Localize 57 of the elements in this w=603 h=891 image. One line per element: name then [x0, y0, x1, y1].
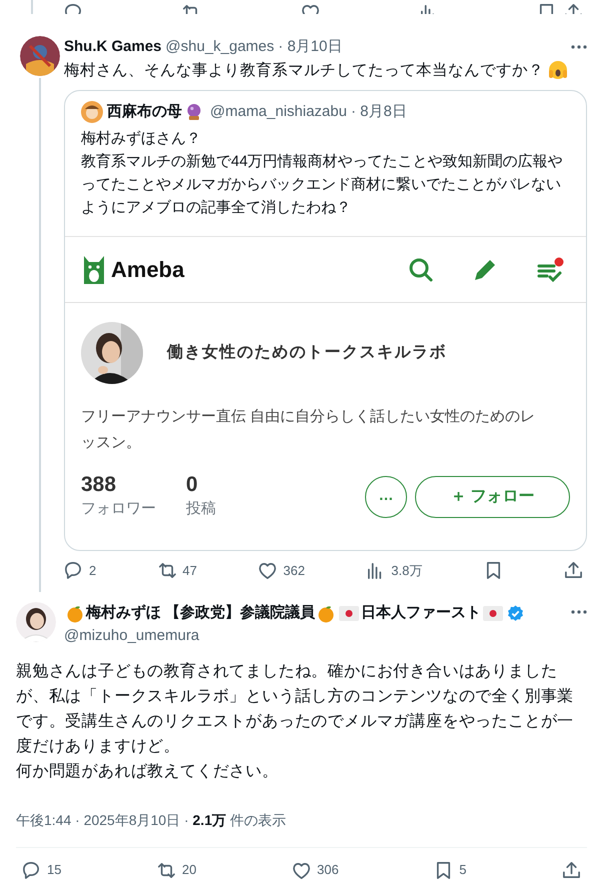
share-icon[interactable]: [562, 860, 581, 880]
follow-button[interactable]: ＋ フォロー: [415, 476, 570, 518]
repost-icon[interactable]: [157, 860, 176, 880]
post-date[interactable]: · 8月8日: [350, 100, 407, 124]
more-button[interactable]: …: [365, 476, 407, 518]
citrus-fruit-icon: [317, 604, 336, 622]
more-icon[interactable]: [571, 610, 587, 614]
user-name[interactable]: 日本人ファースト: [361, 602, 482, 625]
action-count: 47: [182, 562, 197, 580]
post-text: 梅村みずほさん？: [81, 129, 202, 150]
action-count: 20: [182, 861, 196, 880]
user-handle[interactable]: @mama_nishiazabu: [210, 100, 347, 124]
crystal-ball-icon: [186, 103, 202, 121]
blog-title[interactable]: 働き女性のためのトークスキルラボ: [167, 341, 447, 366]
action-count: 3.8万: [391, 562, 422, 580]
japan-flag-icon: [339, 606, 360, 621]
reply-icon[interactable]: [22, 860, 41, 880]
logo-text: Ameba: [111, 256, 184, 284]
repost-icon[interactable]: [158, 561, 177, 580]
link-preview-card[interactable]: Ameba 働き女性のためのトークスキルラボ フリーアナウンサー直伝 自由に自分らしく話したい女性のためのレッスン。 388 フォロワー 0 投稿 … ＋ フォロー: [65, 236, 586, 521]
action-count: 2: [89, 562, 96, 580]
avatar[interactable]: [16, 602, 56, 642]
user-name[interactable]: 西麻布の母: [107, 100, 182, 124]
stat-value: 0: [186, 472, 199, 498]
user-handle[interactable]: @mizuho_umemura: [64, 624, 563, 648]
avatar[interactable]: [81, 101, 103, 123]
post-text: 親勉さんは子どもの教育されてましたね。確かにお付き合いはありましたが、私は「トークスキルラボ」という話し方のコンテンツなので全く別事業です。受講生さんのリクエストがあったのでメルマガ講座をやったことが一度だけありますけど。: [16, 661, 575, 758]
post-text: 教育系マルチの新勉で44万円情報商材やってたことや致知新聞の広報やってたことやメルマガからバックエンド商材に繋いでたことがバレないようにアメブロの記事全て消したわね？: [81, 152, 564, 218]
user-name[interactable]: Shu.K Games: [64, 36, 162, 58]
user-name[interactable]: 梅村みずほ 【参政党】参議院議員: [86, 602, 316, 625]
quoted-post-card[interactable]: [64, 90, 587, 551]
reply-icon[interactable]: [64, 561, 83, 580]
share-icon[interactable]: [564, 561, 583, 580]
checklist-icon[interactable]: [536, 256, 564, 283]
more-icon[interactable]: [571, 45, 587, 50]
action-count: 362: [283, 562, 305, 580]
stat-label: フォロワー: [81, 499, 156, 520]
search-icon[interactable]: [408, 256, 434, 283]
dog-logo-icon: [81, 254, 107, 286]
post-text: 何か問題があれば教えてください。: [16, 762, 280, 782]
japan-flag-icon: [483, 606, 504, 621]
like-icon[interactable]: [258, 561, 278, 580]
blog-description: フリーアナウンサー直伝 自由に自分らしく話したい女性のためのレッスン。: [81, 407, 536, 454]
post-date[interactable]: · 8月10日: [278, 36, 342, 58]
post-meta: 午後1:44 · 2025年8月10日 · 2.1万 件の表示: [16, 811, 287, 830]
verified-icon: [507, 605, 524, 622]
emoji-icon: [548, 60, 568, 80]
stat-label: 投稿: [186, 499, 216, 520]
avatar[interactable]: [20, 36, 60, 76]
like-icon[interactable]: [292, 860, 311, 880]
citrus-fruit-icon: [66, 604, 84, 622]
stat-value: 388: [81, 472, 118, 498]
post-text: 梅村さん、そんな事より教育系マルチしてたって本当なんですか？: [64, 60, 544, 80]
user-handle[interactable]: @shu_k_games: [166, 36, 274, 58]
action-count: 306: [317, 861, 339, 880]
action-count: 15: [47, 861, 62, 880]
action-count: 5: [459, 861, 466, 880]
